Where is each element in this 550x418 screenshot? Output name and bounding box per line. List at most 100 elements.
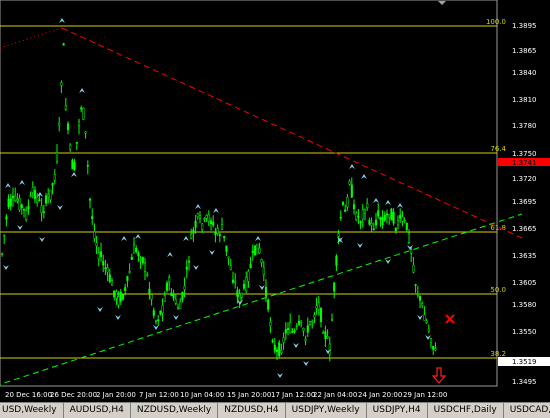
candle-body <box>326 336 329 339</box>
time-tick: 24 Jan 20:00 <box>358 391 402 399</box>
candle-body <box>108 274 111 282</box>
price-tick: 1.3865 <box>512 47 537 55</box>
candle-body <box>150 294 153 300</box>
price-chart[interactable]: 100.0 76.4 61.8 50.0 38.2 1.3895 1.3865 … <box>0 0 550 417</box>
candle-body <box>399 214 402 219</box>
tab-usdjpy-h4[interactable]: USDJPY,H4 <box>367 403 428 418</box>
candle-body <box>203 218 206 220</box>
price-tick: 1.3495 <box>512 378 537 386</box>
candle-body <box>227 256 230 259</box>
candle-body <box>383 214 386 221</box>
price-tick: 1.3840 <box>512 69 537 77</box>
candle-body <box>9 198 12 207</box>
candle-body <box>58 123 61 126</box>
candle-body <box>18 198 21 211</box>
tab-usdcad-weekly[interactable]: USDCAD,Week <box>504 403 550 418</box>
candle-body <box>99 251 103 257</box>
candle-body <box>40 205 43 213</box>
candle-body <box>297 320 301 325</box>
candle-body <box>82 107 85 120</box>
candle-body <box>273 344 276 351</box>
candle-body <box>427 328 430 332</box>
candle-body <box>432 345 435 350</box>
candle-body <box>31 187 34 193</box>
candle-body <box>36 196 39 203</box>
candle-body <box>291 331 294 333</box>
candle-body <box>75 142 78 144</box>
candle-body <box>22 208 26 211</box>
candle-body <box>71 159 74 170</box>
candle-body <box>359 220 362 223</box>
time-tick: 20 Dec 16:00 <box>5 391 52 399</box>
candle-body <box>47 194 50 198</box>
candle-body <box>220 224 224 230</box>
tab-usd-weekly[interactable]: USD,Weekly <box>0 403 64 418</box>
candle-body <box>73 162 76 171</box>
candle-body <box>328 343 331 355</box>
fib-label: 61.8 <box>490 224 506 232</box>
candle-body <box>91 216 94 220</box>
candle-body <box>218 234 221 237</box>
candle-body <box>293 330 296 333</box>
candle-body <box>225 245 228 252</box>
price-tick: 1.3550 <box>512 328 537 336</box>
candle-body <box>319 307 323 322</box>
tab-usdchf-daily[interactable]: USDCHF,Daily <box>428 403 504 418</box>
candle-body <box>256 243 259 255</box>
candle-body <box>405 222 408 230</box>
candle-body <box>330 319 334 321</box>
candle-body <box>315 305 318 309</box>
candle-body <box>161 305 164 314</box>
candle-body <box>231 279 235 283</box>
candle-body <box>267 299 270 310</box>
candle-body <box>214 231 217 235</box>
candle-body <box>425 320 428 323</box>
tab-usdjpy-weekly[interactable]: USDJPY,Weekly <box>286 403 367 418</box>
candle-body <box>146 274 149 276</box>
time-tick: 7 Jan 12:00 <box>139 391 179 399</box>
candle-body <box>205 214 208 219</box>
candle-body <box>247 271 250 282</box>
candle-body <box>7 198 10 208</box>
candle-body <box>236 289 239 297</box>
plot-area <box>0 0 498 387</box>
candle-body <box>390 208 393 221</box>
candle-body <box>339 216 342 219</box>
candle-body <box>157 319 160 322</box>
time-tick: 22 Jan 04:00 <box>313 391 357 399</box>
candle-body <box>304 338 307 341</box>
candle-body <box>154 320 158 323</box>
tab-nzdusd-h4[interactable]: NZDUSD,H4 <box>218 403 286 418</box>
candle-body <box>141 257 144 263</box>
fib-label: 76.4 <box>490 145 506 153</box>
candle-body <box>407 232 411 243</box>
candle-body <box>172 293 175 299</box>
time-axis[interactable]: 20 Dec 16:00 26 Dec 20:00 2 Jan 20:00 7 … <box>5 391 447 399</box>
price-tick: 1.3580 <box>512 301 537 309</box>
candle-body <box>348 180 351 185</box>
candle-body <box>139 259 142 261</box>
candle-body <box>421 303 424 306</box>
candle-body <box>95 242 98 247</box>
candle-body <box>29 195 32 198</box>
candle-body <box>130 256 133 260</box>
candle-body <box>53 174 56 181</box>
candle-body <box>289 322 292 333</box>
candle-body <box>355 212 358 220</box>
time-tick: 26 Dec 20:00 <box>50 391 97 399</box>
price-axis[interactable]: 1.3895 1.3865 1.3840 1.3810 1.3780 1.375… <box>498 22 550 386</box>
candle-body <box>163 295 166 302</box>
fib-label: 100.0 <box>486 18 506 26</box>
candle-body <box>394 227 397 232</box>
candle-body <box>25 210 28 221</box>
candle-body <box>209 220 213 225</box>
candle-body <box>258 247 261 254</box>
candle-body <box>357 215 360 218</box>
chart-tabs-bar: USD,Weekly AUDUSD,H4 NZDUSD,Weekly NZDUS… <box>0 402 550 418</box>
candle-body <box>159 310 162 315</box>
time-tick: 10 Jan 04:00 <box>180 391 224 399</box>
candle-body <box>168 277 171 283</box>
tab-nzdusd-weekly[interactable]: NZDUSD,Weekly <box>131 403 219 418</box>
tab-audusd-h4[interactable]: AUDUSD,H4 <box>64 403 131 418</box>
candle-body <box>0 253 4 255</box>
